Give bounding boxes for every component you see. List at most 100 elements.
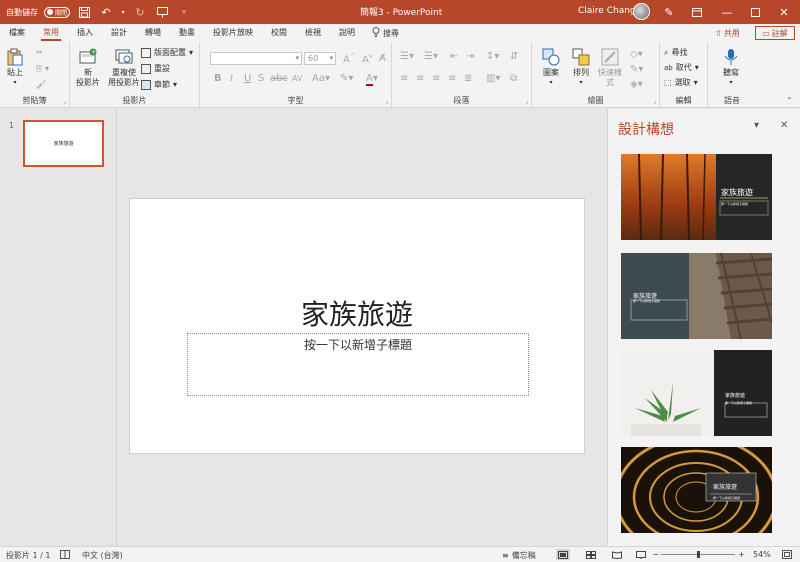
redo-icon[interactable]: ↻ (132, 4, 148, 20)
highlight-icon[interactable]: ✎▾ (340, 73, 353, 84)
undo-icon[interactable]: ↶ (98, 4, 114, 20)
pane-options-icon[interactable]: ▾ (754, 120, 759, 131)
language-indicator[interactable]: 中文 (台灣) (82, 550, 123, 561)
close-icon[interactable]: ✕ (771, 0, 797, 24)
smartart-icon[interactable]: ⧉ (510, 73, 517, 84)
shape-fill-icon[interactable]: ◇▾ (630, 49, 643, 60)
quick-styles-button[interactable]: 快速樣 式 (598, 48, 622, 88)
design-idea-2[interactable]: 家族旅遊 按一下以新增子標題 (621, 253, 772, 339)
collapse-ribbon-icon[interactable]: ⌃ (786, 96, 793, 105)
tab-review[interactable]: 校閱 (262, 24, 296, 42)
format-painter-icon[interactable]: 🖌 (36, 80, 46, 89)
reset-button[interactable]: 重設 (141, 63, 170, 74)
font-name-box[interactable]: ▾ (210, 52, 302, 65)
paste-button[interactable]: 貼上 ▾ (6, 48, 24, 88)
tab-animations[interactable]: 動畫 (170, 24, 204, 42)
ribbon-options-icon[interactable] (684, 0, 710, 24)
slide-title[interactable]: 家族旅遊 (130, 293, 584, 333)
shrink-font-icon[interactable]: Av (362, 53, 372, 65)
slide-canvas[interactable]: 家族旅遊 按一下以新增子標題 (129, 198, 585, 454)
char-spacing-button[interactable]: AV (292, 74, 302, 83)
avatar[interactable] (633, 3, 650, 20)
font-launcher-icon[interactable]: ⌟ (385, 98, 388, 105)
slide-sorter-icon[interactable] (584, 549, 598, 560)
bold-button[interactable]: B (214, 73, 222, 84)
increase-indent-icon[interactable]: ⇥ (466, 51, 474, 62)
numbering-icon[interactable]: ☰▾ (424, 51, 438, 62)
reuse-slides-button[interactable]: 重複使 用投影片 (108, 48, 140, 88)
undo-dropdown-icon[interactable]: ▾ (120, 4, 126, 20)
drawing-launcher-icon[interactable]: ⌟ (653, 98, 656, 105)
slide-thumbnail[interactable]: 家族旅遊 (23, 120, 104, 167)
tab-insert[interactable]: 插入 (68, 24, 102, 42)
shape-effects-icon[interactable]: ◈▾ (630, 79, 643, 90)
tab-file[interactable]: 檔案 (0, 24, 34, 42)
notes-button[interactable]: ≡ 備忘稿 (502, 550, 536, 561)
tab-view[interactable]: 檢視 (296, 24, 330, 42)
maximize-icon[interactable] (742, 0, 768, 24)
user-name[interactable]: Claire Chang (578, 6, 636, 16)
align-center-icon[interactable]: ≡ (416, 73, 424, 84)
bullets-icon[interactable]: ☰▾ (400, 51, 414, 62)
change-case-icon[interactable]: Aa▾ (312, 73, 330, 84)
font-size-box[interactable]: 60 ▾ (304, 52, 336, 65)
cut-icon[interactable]: ✂ (36, 48, 43, 57)
present-from-start-icon[interactable] (154, 4, 170, 20)
spellcheck-icon[interactable] (60, 550, 70, 559)
italic-button[interactable]: I (230, 73, 233, 84)
normal-view-icon[interactable] (556, 549, 570, 560)
justify-icon[interactable]: ≡ (448, 73, 456, 84)
underline-button[interactable]: U (244, 73, 251, 84)
copy-icon[interactable]: ⎘ ▾ (36, 64, 49, 74)
grow-font-icon[interactable]: A^ (343, 53, 355, 65)
share-button[interactable]: ⇧ 共用 (710, 26, 745, 40)
save-icon[interactable] (76, 4, 92, 20)
zoom-in-icon[interactable]: + (738, 550, 745, 559)
design-idea-1[interactable]: 家族旅遊 按一下以新增子標題 (621, 154, 772, 240)
tab-slideshow[interactable]: 投影片放映 (204, 24, 262, 42)
design-idea-4[interactable]: 家族旅遊 按一下以新增子標題 (621, 447, 772, 533)
zoom-level[interactable]: 54% (753, 550, 771, 559)
shapes-button[interactable]: 圖案 ▾ (542, 48, 560, 88)
zoom-out-icon[interactable]: − (652, 550, 659, 559)
zoom-slider-thumb[interactable] (696, 551, 700, 558)
tab-design[interactable]: 設計 (102, 24, 136, 42)
fit-slide-icon[interactable] (782, 550, 792, 559)
comments-button[interactable]: ▭ 註解 (755, 26, 795, 40)
section-button[interactable]: 章節 ▾ (141, 79, 177, 90)
clipboard-launcher-icon[interactable]: ⌟ (63, 98, 66, 105)
new-slide-button[interactable]: + 新 投影片 (76, 48, 100, 88)
columns-icon[interactable]: ▥▾ (486, 73, 500, 84)
tab-transitions[interactable]: 轉場 (136, 24, 170, 42)
pen-icon[interactable]: ✎ (656, 0, 682, 24)
zoom-slider[interactable] (661, 551, 735, 558)
text-direction-icon[interactable]: ⇵ (510, 51, 518, 62)
line-spacing-icon[interactable]: ↕▾ (486, 51, 499, 62)
decrease-indent-icon[interactable]: ⇤ (450, 51, 458, 62)
shape-outline-icon[interactable]: ✎▾ (630, 64, 643, 75)
replace-button[interactable]: ab 取代 ▾ (664, 62, 699, 73)
close-pane-icon[interactable]: ✕ (780, 120, 788, 131)
clear-format-icon[interactable]: A̸ (379, 53, 386, 64)
layout-button[interactable]: 版面配置 ▾ (141, 47, 193, 58)
reading-view-icon[interactable] (610, 549, 624, 560)
subtitle-placeholder[interactable]: 按一下以新增子標題 (187, 333, 529, 396)
search-box[interactable]: 搜尋 (372, 27, 399, 39)
paragraph-launcher-icon[interactable]: ⌟ (525, 98, 528, 105)
design-idea-3[interactable]: 家族旅遊 按一下以新增子標題 (621, 350, 772, 436)
tab-home[interactable]: 常用 (34, 24, 68, 42)
font-color-button[interactable]: A▾ (366, 73, 378, 86)
customize-toolbar-icon[interactable]: ▿ (176, 4, 192, 20)
tab-help[interactable]: 說明 (330, 24, 364, 42)
slideshow-view-icon[interactable] (634, 549, 648, 560)
distribute-icon[interactable]: ≣ (464, 73, 472, 84)
align-right-icon[interactable]: ≡ (432, 73, 440, 84)
autosave-toggle[interactable]: 關閉 (44, 6, 70, 18)
minimize-icon[interactable]: — (714, 0, 740, 24)
shadow-button[interactable]: S (258, 73, 264, 84)
select-button[interactable]: ⬚ 選取 ▾ (664, 77, 698, 88)
dictate-button[interactable]: 聽寫 ▾ (722, 48, 740, 88)
find-button[interactable]: ⌕ 尋找 (664, 47, 687, 58)
align-left-icon[interactable]: ≡ (400, 73, 408, 84)
arrange-button[interactable]: 排列 ▾ (572, 48, 590, 88)
